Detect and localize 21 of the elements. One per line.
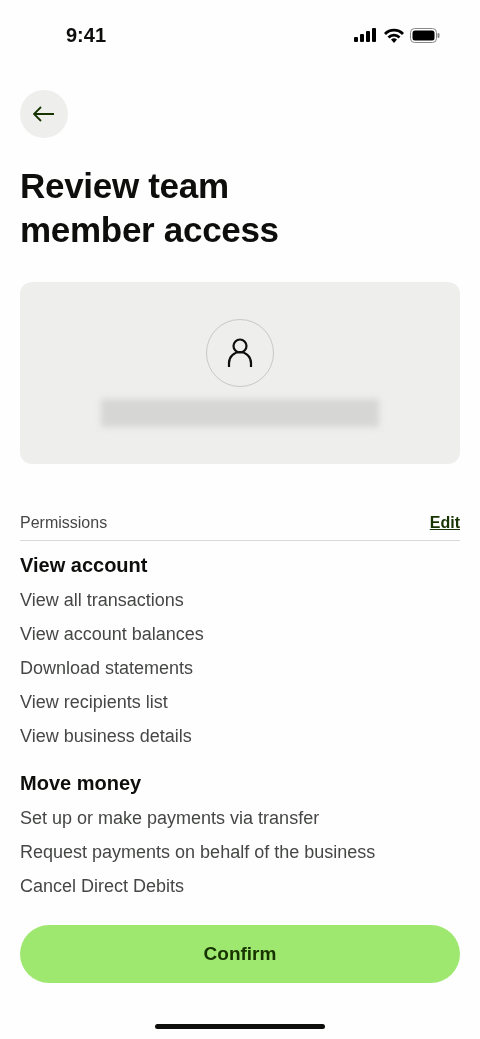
signal-icon: [354, 28, 378, 42]
battery-icon: [410, 27, 440, 43]
permission-item: Cancel Direct Debits: [20, 875, 186, 898]
permission-item: View recipients list: [20, 691, 169, 714]
permission-item: Request payments on behalf of the business: [20, 841, 377, 864]
status-time: 9:41: [66, 23, 107, 47]
permission-item: View all transactions: [20, 589, 185, 612]
back-button[interactable]: [20, 90, 68, 138]
section-heading: Move money: [20, 771, 143, 795]
confirm-button[interactable]: Confirm: [20, 925, 460, 983]
permission-item: Download statements: [20, 657, 195, 680]
wifi-icon: [384, 27, 404, 43]
section-heading: View account: [20, 553, 149, 577]
permission-item: Set up or make payments via transfer: [20, 807, 321, 830]
permission-item: View business details: [20, 725, 193, 748]
permissions-label: Permissions: [20, 514, 108, 532]
page-title: Review team member access: [20, 165, 280, 251]
back-arrow-icon: [33, 106, 55, 122]
edit-link[interactable]: Edit: [429, 514, 460, 532]
permission-item: View account balances: [20, 623, 205, 646]
person-icon: [227, 338, 253, 368]
